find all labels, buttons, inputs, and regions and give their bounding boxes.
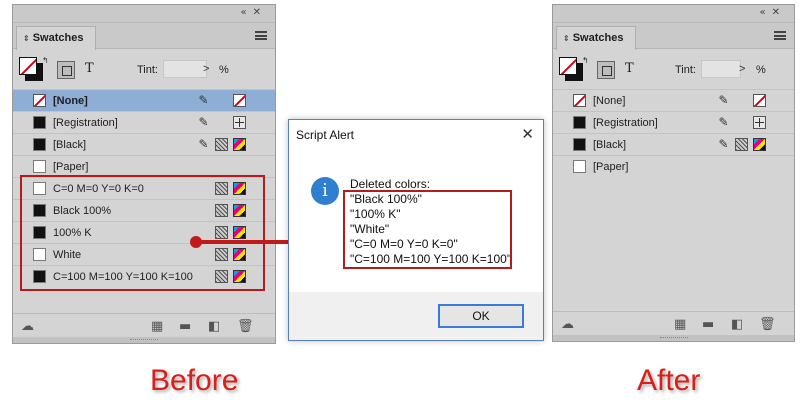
registration-icon xyxy=(753,116,766,129)
swatches-panel-after: «✕ ⇕ Swatches ↰ T Tint: > % [None] ✎ [Regis… xyxy=(552,4,795,342)
no-edit-icon: ✎ xyxy=(718,93,729,107)
panel-footer: ☁ ▦ ▬ ◧ 🗑 xyxy=(13,313,275,337)
tint-percent: % xyxy=(756,64,766,76)
panel-footer: ☁ ▦ ▬ ◧ 🗑 xyxy=(553,311,794,335)
formatting-text-icon[interactable]: T xyxy=(85,61,94,76)
swatch-controls: ↰ T Tint: > % xyxy=(13,49,275,89)
tint-input[interactable] xyxy=(701,60,741,78)
highlight-deleted-rows xyxy=(20,175,265,291)
swatch-row[interactable]: [Paper] xyxy=(553,155,794,177)
panel-header-bar: «✕ xyxy=(553,5,794,23)
panel-tab-bar: ⇕ Swatches xyxy=(13,23,275,50)
no-edit-icon: ✎ xyxy=(718,115,729,129)
swatch-name: [Paper] xyxy=(593,161,629,173)
tab-label: Swatches xyxy=(572,32,624,44)
tab-caret-icon: ⇕ xyxy=(563,34,570,43)
swatch-chip xyxy=(573,116,586,129)
info-icon: i xyxy=(311,177,339,205)
collapse-close-buttons[interactable]: «✕ xyxy=(760,7,787,18)
tint-arrow-icon[interactable]: > xyxy=(203,63,209,75)
formatting-text-icon[interactable]: T xyxy=(625,61,634,76)
swatch-controls: ↰ T Tint: > % xyxy=(553,49,794,89)
cmyk-mode-icon xyxy=(233,138,246,151)
swatch-chip xyxy=(33,94,46,107)
no-edit-icon: ✎ xyxy=(198,137,209,151)
tint-input[interactable] xyxy=(163,60,207,78)
tab-label: Swatches xyxy=(32,32,84,44)
swatch-row[interactable]: [None] ✎ xyxy=(553,89,794,111)
new-swatch-icon[interactable]: ◧ xyxy=(208,320,220,333)
swatch-name: [Registration] xyxy=(593,117,658,129)
registration-icon xyxy=(233,116,246,129)
swatch-name: [None] xyxy=(53,95,88,107)
process-color-icon xyxy=(215,138,228,151)
fill-swatch[interactable] xyxy=(19,57,37,75)
show-swatch-views-icon[interactable]: ▦ xyxy=(674,318,686,331)
none-type-icon xyxy=(753,94,766,107)
swatch-name: [Registration] xyxy=(53,117,118,129)
swatch-row[interactable]: [Registration] ✎ xyxy=(13,111,275,133)
delete-trash-icon[interactable]: 🗑 xyxy=(237,320,254,333)
swatch-name: [Black] xyxy=(593,139,627,151)
swatches-panel-before: «✕ ⇕ Swatches ↰ T Tint: > % [None] ✎ [Regis… xyxy=(12,4,276,344)
new-group-folder-icon[interactable]: ▬ xyxy=(179,320,191,333)
tab-swatches[interactable]: ⇕ Swatches xyxy=(556,26,636,50)
ok-button[interactable]: OK xyxy=(438,304,524,328)
swatch-chip xyxy=(33,138,46,151)
delete-trash-icon[interactable]: 🗑 xyxy=(759,318,776,331)
swatch-name: [Paper] xyxy=(53,161,89,173)
swatch-row[interactable]: [Paper] xyxy=(13,155,275,177)
cloud-sync-icon[interactable]: ☁ xyxy=(21,320,34,333)
new-group-folder-icon[interactable]: ▬ xyxy=(702,318,714,331)
swap-icon[interactable]: ↰ xyxy=(582,56,589,65)
panel-header-bar: «✕ xyxy=(13,5,275,23)
swatch-row[interactable]: [Black] ✎ xyxy=(13,133,275,155)
close-icon[interactable]: ✕ xyxy=(521,125,534,143)
tint-label: Tint: xyxy=(137,64,158,76)
dialog-title: Script Alert xyxy=(296,128,355,142)
swatch-chip xyxy=(573,160,586,173)
new-swatch-icon[interactable]: ◧ xyxy=(731,318,743,331)
tab-swatches[interactable]: ⇕ Swatches xyxy=(16,26,96,50)
swatch-chip xyxy=(573,138,586,151)
fill-stroke-icon[interactable]: ↰ xyxy=(19,56,49,81)
tint-percent: % xyxy=(219,64,229,76)
process-color-icon xyxy=(735,138,748,151)
formatting-container-icon[interactable] xyxy=(57,61,75,79)
swatch-name: [Black] xyxy=(53,139,87,151)
cmyk-mode-icon xyxy=(753,138,766,151)
swap-icon[interactable]: ↰ xyxy=(42,56,49,65)
swatch-row[interactable]: [Registration] ✎ xyxy=(553,111,794,133)
fill-stroke-icon[interactable]: ↰ xyxy=(559,56,589,81)
panel-menu-icon[interactable] xyxy=(774,31,786,40)
highlight-deleted-list xyxy=(343,190,512,269)
swatch-name: [None] xyxy=(593,95,626,107)
swatch-row[interactable]: [None] ✎ xyxy=(13,89,275,111)
panel-menu-icon[interactable] xyxy=(255,31,267,40)
dialog-footer: OK xyxy=(289,292,543,340)
tint-label: Tint: xyxy=(675,64,696,76)
swatch-chip xyxy=(33,160,46,173)
collapse-close-buttons[interactable]: «✕ xyxy=(241,7,268,18)
swatch-chip xyxy=(573,94,586,107)
formatting-container-icon[interactable] xyxy=(597,61,615,79)
tab-caret-icon: ⇕ xyxy=(23,34,30,43)
caption-after: After xyxy=(637,364,701,397)
resize-grip[interactable] xyxy=(553,335,794,341)
no-edit-icon: ✎ xyxy=(198,93,209,107)
fill-swatch[interactable] xyxy=(559,57,577,75)
tint-arrow-icon[interactable]: > xyxy=(739,63,745,75)
swatch-row[interactable]: [Black] ✎ xyxy=(553,133,794,155)
caption-before: Before xyxy=(150,364,239,397)
resize-grip[interactable] xyxy=(13,337,275,343)
no-edit-icon: ✎ xyxy=(718,137,729,151)
swatch-list: [None] ✎ [Registration] ✎ [Black] ✎ [Paper] xyxy=(553,89,794,177)
no-edit-icon: ✎ xyxy=(198,115,209,129)
swatch-chip xyxy=(33,116,46,129)
none-type-icon xyxy=(233,94,246,107)
panel-tab-bar: ⇕ Swatches xyxy=(553,23,794,50)
show-swatch-views-icon[interactable]: ▦ xyxy=(151,320,163,333)
cloud-sync-icon[interactable]: ☁ xyxy=(561,318,574,331)
